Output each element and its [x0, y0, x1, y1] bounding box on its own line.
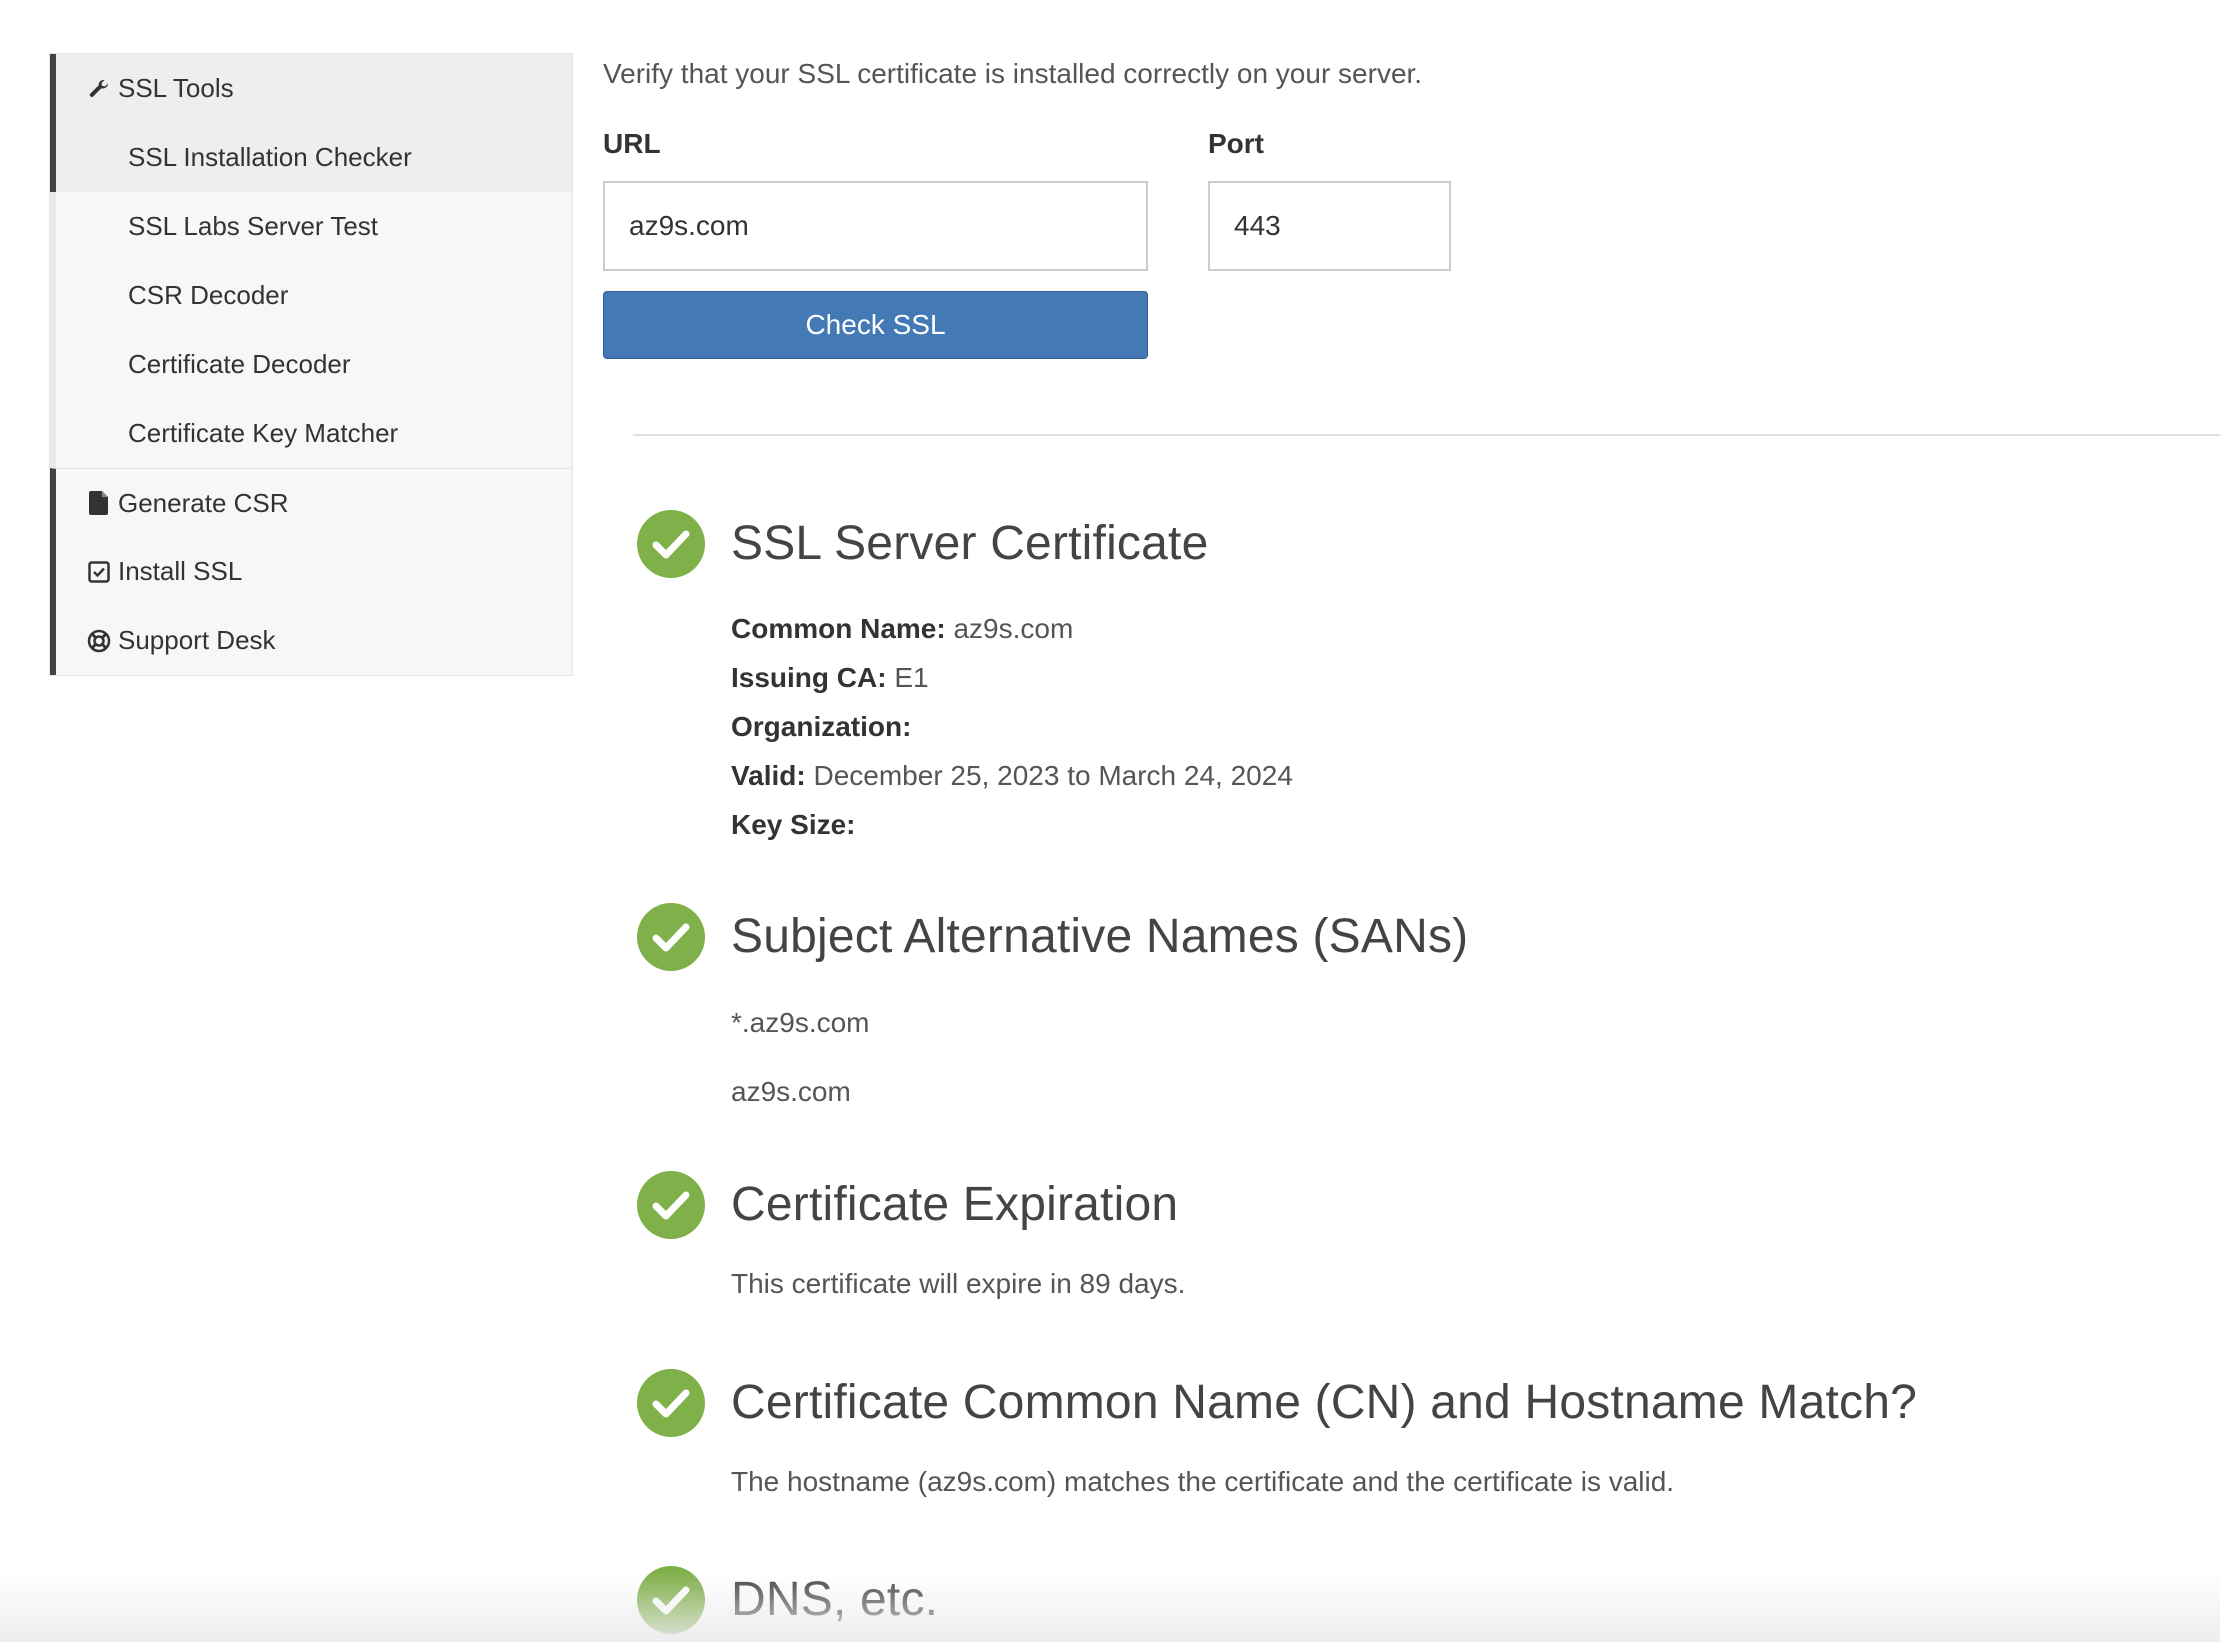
sidebar-item-label: Certificate Key Matcher: [128, 418, 399, 448]
common-name-label: Common Name:: [731, 613, 946, 644]
port-input[interactable]: [1208, 181, 1451, 271]
valid-label: Valid:: [731, 760, 806, 791]
valid-value: December 25, 2023 to March 24, 2024: [813, 760, 1293, 791]
sidebar-item-ssl-tools[interactable]: SSL Tools: [50, 54, 572, 123]
sidebar-item-support-desk[interactable]: Support Desk: [50, 606, 572, 675]
section-title: DNS, etc.: [731, 1573, 939, 1626]
sidebar-item-label: Install SSL: [118, 556, 243, 586]
sidebar-item-label: Generate CSR: [118, 487, 289, 518]
sans-list: *.az9s.com az9s.com: [731, 988, 870, 1126]
checkbox-icon: [86, 559, 112, 585]
sidebar-item-csr-decoder[interactable]: CSR Decoder: [50, 261, 572, 330]
sidebar-item-label: SSL Installation Checker: [128, 142, 412, 172]
sidebar-item-install-ssl[interactable]: Install SSL: [50, 537, 572, 606]
port-label: Port: [1208, 128, 1264, 159]
sidebar-item-generate-csr[interactable]: Generate CSR: [50, 468, 572, 537]
valid-row: Valid: December 25, 2023 to March 24, 20…: [731, 751, 1293, 800]
url-input[interactable]: [603, 181, 1148, 271]
expiration-text: This certificate will expire in 89 days.: [731, 1268, 1186, 1299]
file-icon: [86, 490, 112, 516]
issuing-ca-value: E1: [894, 662, 929, 693]
sidebar-item-label: SSL Labs Server Test: [128, 211, 379, 241]
check-circle-icon: [637, 1369, 705, 1437]
main-content: Verify that your SSL certificate is inst…: [603, 0, 2220, 1642]
section-title: Certificate Expiration: [731, 1178, 1179, 1231]
sidebar-item-label: CSR Decoder: [128, 280, 289, 310]
certificate-details: Common Name: az9s.com Issuing CA: E1 Org…: [731, 604, 1293, 849]
organization-label: Organization:: [731, 711, 912, 742]
sidebar-item-label: Certificate Decoder: [128, 349, 351, 379]
section-title: SSL Server Certificate: [731, 517, 1209, 570]
sidebar: SSL Tools SSL Installation Checker SSL L…: [49, 53, 573, 676]
wrench-icon: [86, 76, 112, 102]
sidebar-item-ssl-labs-server-test[interactable]: SSL Labs Server Test: [50, 192, 572, 261]
divider: [633, 434, 2220, 436]
sidebar-item-ssl-installation-checker[interactable]: SSL Installation Checker: [50, 123, 572, 192]
cn-match-text: The hostname (az9s.com) matches the cert…: [731, 1466, 1675, 1497]
check-circle-icon: [637, 510, 705, 578]
common-name-value: az9s.com: [953, 613, 1074, 644]
key-size-row: Key Size:: [731, 800, 1293, 849]
list-item: *.az9s.com: [731, 1007, 870, 1038]
section-title: Subject Alternative Names (SANs): [731, 910, 1469, 963]
url-label: URL: [603, 128, 661, 159]
key-size-label: Key Size:: [731, 809, 856, 840]
page: SSL Tools SSL Installation Checker SSL L…: [0, 0, 2220, 1642]
list-item: az9s.com: [731, 1076, 851, 1107]
check-circle-icon: [637, 1171, 705, 1239]
sidebar-item-label: Support Desk: [118, 625, 276, 655]
intro-text: Verify that your SSL certificate is inst…: [603, 58, 1423, 89]
common-name-row: Common Name: az9s.com: [731, 604, 1293, 653]
sidebar-item-label: SSL Tools: [118, 73, 234, 103]
issuing-ca-label: Issuing CA:: [731, 662, 887, 693]
section-title: Certificate Common Name (CN) and Hostnam…: [731, 1376, 1917, 1429]
check-ssl-button[interactable]: Check SSL: [603, 291, 1148, 359]
lifebuoy-icon: [86, 628, 112, 654]
sidebar-item-certificate-decoder[interactable]: Certificate Decoder: [50, 330, 572, 399]
organization-row: Organization:: [731, 702, 1293, 751]
check-circle-icon: [637, 903, 705, 971]
sidebar-item-certificate-key-matcher[interactable]: Certificate Key Matcher: [50, 399, 572, 468]
check-circle-icon: [637, 1566, 705, 1634]
issuing-ca-row: Issuing CA: E1: [731, 653, 1293, 702]
